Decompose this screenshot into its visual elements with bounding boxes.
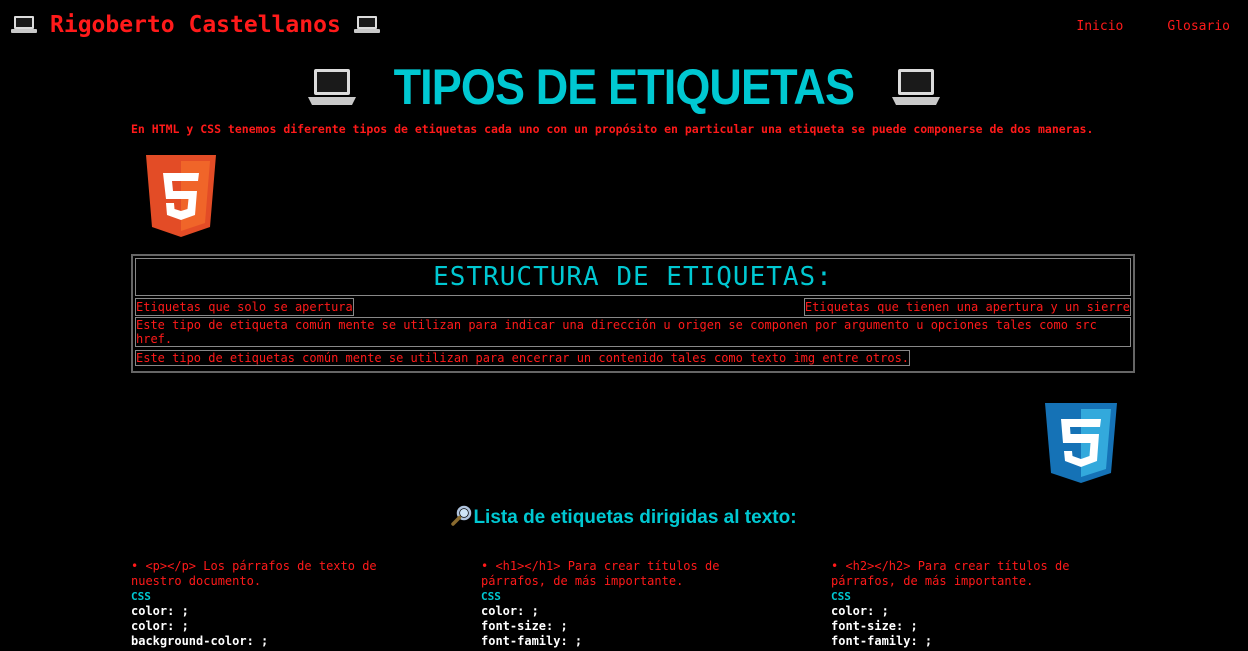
css-label: CSS	[131, 590, 151, 603]
css-label: CSS	[481, 590, 501, 603]
structure-header-row: Etiquetas que solo se apertura Etiquetas…	[135, 298, 1131, 316]
brand: Rigoberto Castellanos	[10, 12, 381, 38]
list-title: Lista de etiquetas dirigidas al texto:	[0, 505, 1248, 529]
page: Rigoberto Castellanos Inicio Glosario TI…	[0, 0, 1248, 651]
list-item: • <h2></h2> Para crear títulos de párraf…	[831, 559, 1070, 588]
list-item: • <p></p> Los párrafos de texto de nuest…	[131, 559, 377, 588]
description-cell-1: Este tipo de etiqueta común mente se uti…	[135, 317, 1131, 347]
structure-title: ESTRUCTURA DE ETIQUETAS:	[135, 258, 1131, 296]
site-header: Rigoberto Castellanos Inicio Glosario	[0, 0, 1248, 56]
title-row: TIPOS DE ETIQUETAS	[0, 58, 1248, 116]
laptop-icon	[891, 69, 940, 105]
magnifier-icon	[451, 505, 472, 526]
laptop-icon	[11, 16, 37, 33]
css-property: font-family: ;	[831, 634, 933, 648]
brand-name: Rigoberto Castellanos	[50, 12, 341, 38]
list-column: • <h1></h1> Para crear títulos de párraf…	[481, 559, 751, 649]
list-column: • <p></p> Los párrafos de texto de nuest…	[131, 559, 401, 649]
right-header-cell: Etiquetas que tienen una apertura y un s…	[803, 298, 1131, 316]
css-property: font-size: ;	[831, 619, 918, 633]
css-property: color: ;	[131, 604, 189, 618]
page-title: TIPOS DE ETIQUETAS	[393, 59, 855, 115]
css-property: font-family: ;	[481, 634, 583, 648]
css-property: font-size: ;	[481, 619, 568, 633]
structure-table: ESTRUCTURA DE ETIQUETAS: Etiquetas que s…	[131, 254, 1135, 373]
intro-text: En HTML y CSS tenemos diferente tipos de…	[131, 122, 1094, 136]
laptop-icon	[308, 69, 357, 105]
nav-glosario-link[interactable]: Glosario	[1167, 19, 1230, 34]
css-property: color: ;	[831, 604, 889, 618]
left-header-cell: Etiquetas que solo se apertura	[135, 298, 354, 316]
css3-logo-icon	[1045, 403, 1117, 483]
list-column: • <h2></h2> Para crear títulos de párraf…	[831, 559, 1101, 649]
html5-logo-icon	[146, 155, 216, 237]
list-item: • <h1></h1> Para crear títulos de párraf…	[481, 559, 720, 588]
list-title-text: Lista de etiquetas dirigidas al texto:	[473, 507, 797, 528]
description-cell-2: Este tipo de etiquetas común mente se ut…	[135, 350, 911, 366]
css-property: color: ;	[481, 604, 539, 618]
css-property: color: ;	[131, 619, 189, 633]
laptop-icon	[353, 16, 380, 33]
css-label: CSS	[831, 590, 851, 603]
main-nav: Inicio Glosario	[1076, 19, 1230, 34]
nav-inicio-link[interactable]: Inicio	[1076, 19, 1123, 34]
css-property: background-color: ;	[131, 634, 269, 648]
